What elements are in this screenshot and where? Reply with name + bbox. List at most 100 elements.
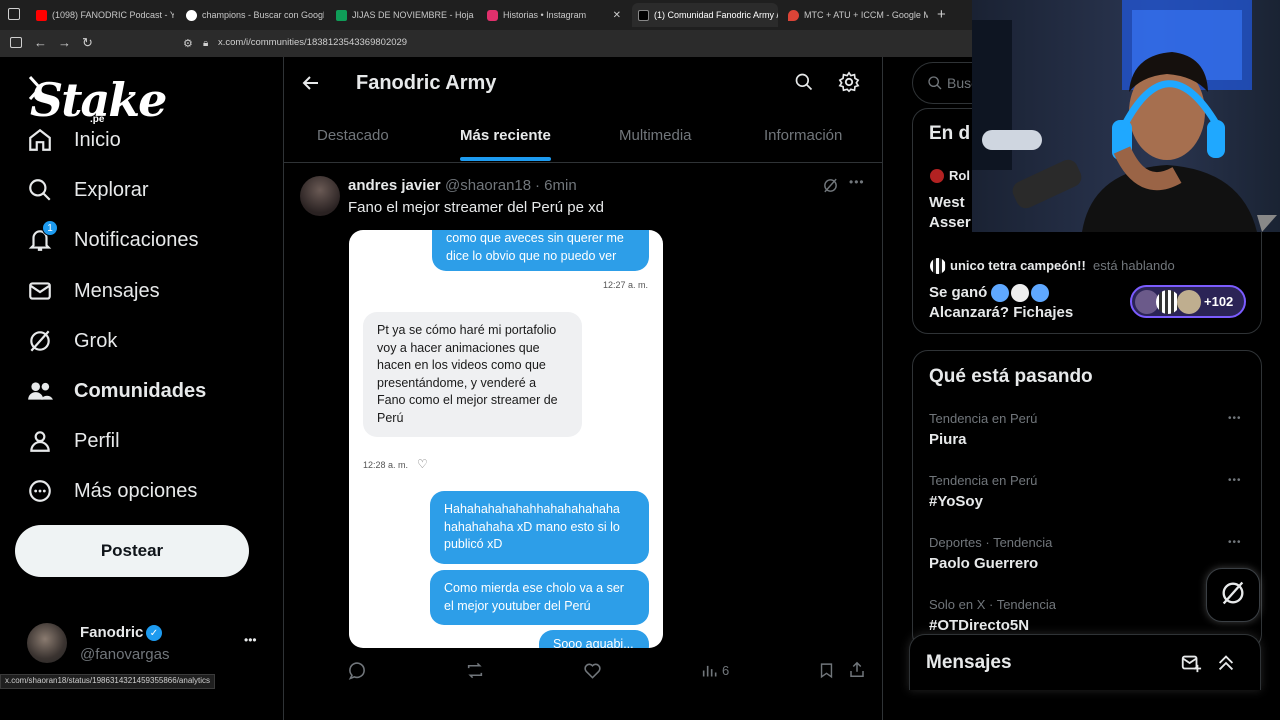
nav-item-home[interactable]: Inicio <box>26 122 121 158</box>
trend-name: Paolo Guerrero <box>929 555 1039 572</box>
browser-tab-youtube[interactable]: (1098) FANODRIC Podcast - You ✕ <box>30 3 174 27</box>
grok-floating-button[interactable] <box>1206 568 1260 622</box>
tab-actions-icon[interactable] <box>8 8 20 20</box>
lock-icon: 🔒︎ <box>203 38 209 49</box>
nav-item-grok[interactable]: Grok <box>26 323 117 359</box>
tab-label: MTC + ATU + ICCM - Google M <box>804 10 928 20</box>
sheets-icon <box>336 9 347 21</box>
post-author-handle[interactable]: @shaoran18 <box>445 177 531 194</box>
google-icon <box>186 9 197 21</box>
url-field[interactable]: x.com/i/communities/1838123543369802029 <box>218 37 407 48</box>
grok-icon[interactable] <box>822 177 839 199</box>
close-tab-icon[interactable]: ✕ <box>609 10 621 21</box>
listener-avatar <box>1177 290 1201 314</box>
views-count: 6 <box>722 663 730 678</box>
chevron-up-icon[interactable] <box>1215 652 1237 679</box>
host-avatar <box>930 258 946 274</box>
tab-featured[interactable]: Destacado <box>317 127 389 144</box>
space-title-line2[interactable]: Asser <box>929 214 971 231</box>
browser-tab-google[interactable]: champions - Buscar con Google ✕ <box>180 3 324 27</box>
drawer-title: Mensajes <box>926 652 1012 673</box>
nav-item-messages[interactable]: Mensajes <box>26 273 160 309</box>
gear-icon[interactable] <box>838 71 860 98</box>
like-icon[interactable] <box>583 661 602 685</box>
browser-tab-instagram[interactable]: Historias • Instagram ✕ <box>481 3 627 27</box>
trend-item[interactable]: Tendencia en Perú Piura ••• <box>913 409 1261 465</box>
trend-more-icon[interactable]: ••• <box>1228 537 1242 548</box>
nav-item-notifications[interactable]: 1 Notificaciones <box>26 220 199 258</box>
nav-label: Más opciones <box>74 479 198 502</box>
page-title: Fanodric Army <box>356 72 497 94</box>
notification-badge: 1 <box>42 220 58 236</box>
back-arrow-icon[interactable] <box>301 73 321 98</box>
bell-icon: 1 <box>26 220 58 254</box>
space-title-line2[interactable]: Alcanzará? Fichajes <box>929 304 1073 321</box>
nav-label: Inicio <box>74 128 121 151</box>
webcam-overlay <box>972 0 1280 232</box>
chat-bubble-outgoing: Sooo aguabi... <box>539 630 649 648</box>
nav-item-profile[interactable]: Perfil <box>26 423 120 459</box>
tab-info[interactable]: Información <box>764 127 842 144</box>
post-author-avatar[interactable] <box>300 176 340 216</box>
emoji-circles <box>991 284 1049 302</box>
post-time[interactable]: · 6min <box>535 177 577 194</box>
account-handle: @fanovargas <box>80 646 170 663</box>
nav-item-communities[interactable]: Comunidades <box>26 373 206 409</box>
post-author-name[interactable]: andres javier <box>348 177 441 194</box>
trend-more-icon[interactable]: ••• <box>1228 475 1242 486</box>
host-avatar <box>930 169 944 183</box>
listeners-pill[interactable]: +102 <box>1130 285 1246 318</box>
repost-icon[interactable] <box>465 661 485 685</box>
reply-icon[interactable] <box>348 661 367 685</box>
trend-more-icon[interactable]: ••• <box>1228 413 1242 424</box>
share-icon[interactable] <box>848 660 866 684</box>
nav-label: Explorar <box>74 178 149 201</box>
trend-category: Tendencia en Perú <box>929 411 1038 426</box>
messages-drawer[interactable]: Mensajes <box>909 634 1261 690</box>
main-column: Fanodric Army Destacado Más reciente Mul… <box>283 57 883 720</box>
space-title-line1[interactable]: West <box>929 194 965 211</box>
reload-icon[interactable]: ↻ <box>82 35 93 51</box>
space-host-name[interactable]: unico tetra campeón!! <box>950 258 1086 273</box>
instagram-icon <box>487 9 498 21</box>
sidebar-toggle-icon[interactable] <box>10 37 22 48</box>
new-message-icon[interactable] <box>1180 652 1202 679</box>
grok-icon <box>1219 579 1247 612</box>
x-logo-icon <box>638 9 649 21</box>
nav-label: Perfil <box>74 429 120 452</box>
active-tab-indicator <box>460 157 551 161</box>
trend-item[interactable]: Tendencia en Perú #YoSoy ••• <box>913 471 1261 527</box>
nav-item-more[interactable]: Más opciones <box>26 473 197 509</box>
views-icon[interactable] <box>701 662 717 684</box>
bookmark-icon[interactable] <box>818 661 835 685</box>
search-icon[interactable] <box>794 72 814 97</box>
browser-tab-sheets[interactable]: JIJAS DE NOVIEMBRE - Hojas de <box>330 3 474 27</box>
trend-name: #YoSoy <box>929 493 983 510</box>
heart-reply-icon: ♡ <box>417 457 428 471</box>
forward-arrow-icon[interactable]: → <box>58 35 71 50</box>
tab-media[interactable]: Multimedia <box>619 127 692 144</box>
grok-icon <box>26 327 54 355</box>
browser-tab-maps[interactable]: MTC + ATU + ICCM - Google M ✕ <box>782 3 928 27</box>
post-text: Fano el mejor streamer del Perú pe xd <box>348 199 604 216</box>
chat-timestamp: 12:28 a. m. <box>363 460 409 470</box>
account-switcher[interactable]: Fanodric ✓ @fanovargas ••• <box>20 619 265 671</box>
status-url-text: x.com/shaoran18/status/19863143214593558… <box>5 676 211 685</box>
post-more-icon[interactable]: ••• <box>849 175 865 189</box>
trend-category: Deportes · Tendencia <box>929 535 1053 550</box>
site-info-icon[interactable]: ⚙ <box>183 37 193 50</box>
tab-label: (1) Comunidad Fanodric Army / <box>654 10 778 20</box>
back-arrow-icon[interactable]: ← <box>34 35 47 50</box>
account-more-icon[interactable]: ••• <box>244 633 257 647</box>
nav-item-explore[interactable]: Explorar <box>26 172 148 208</box>
post-button[interactable]: Postear <box>15 525 249 577</box>
new-tab-icon[interactable]: + <box>937 6 946 23</box>
post-image-chat-screenshot[interactable]: como que aveces sin querer me dice lo ob… <box>349 230 663 648</box>
space-host-name[interactable]: Rol <box>949 168 970 183</box>
nav-label: Grok <box>74 329 118 352</box>
chat-bubble-outgoing: Hahahahahahahhahahahahaha hahahahaha xD … <box>430 491 649 564</box>
browser-tab-x-community[interactable]: (1) Comunidad Fanodric Army / ✕ <box>632 3 778 27</box>
streamer-webcam-image <box>972 0 1280 232</box>
space-title-line1[interactable]: Se ganó <box>929 284 987 301</box>
tab-latest[interactable]: Más reciente <box>460 127 551 144</box>
